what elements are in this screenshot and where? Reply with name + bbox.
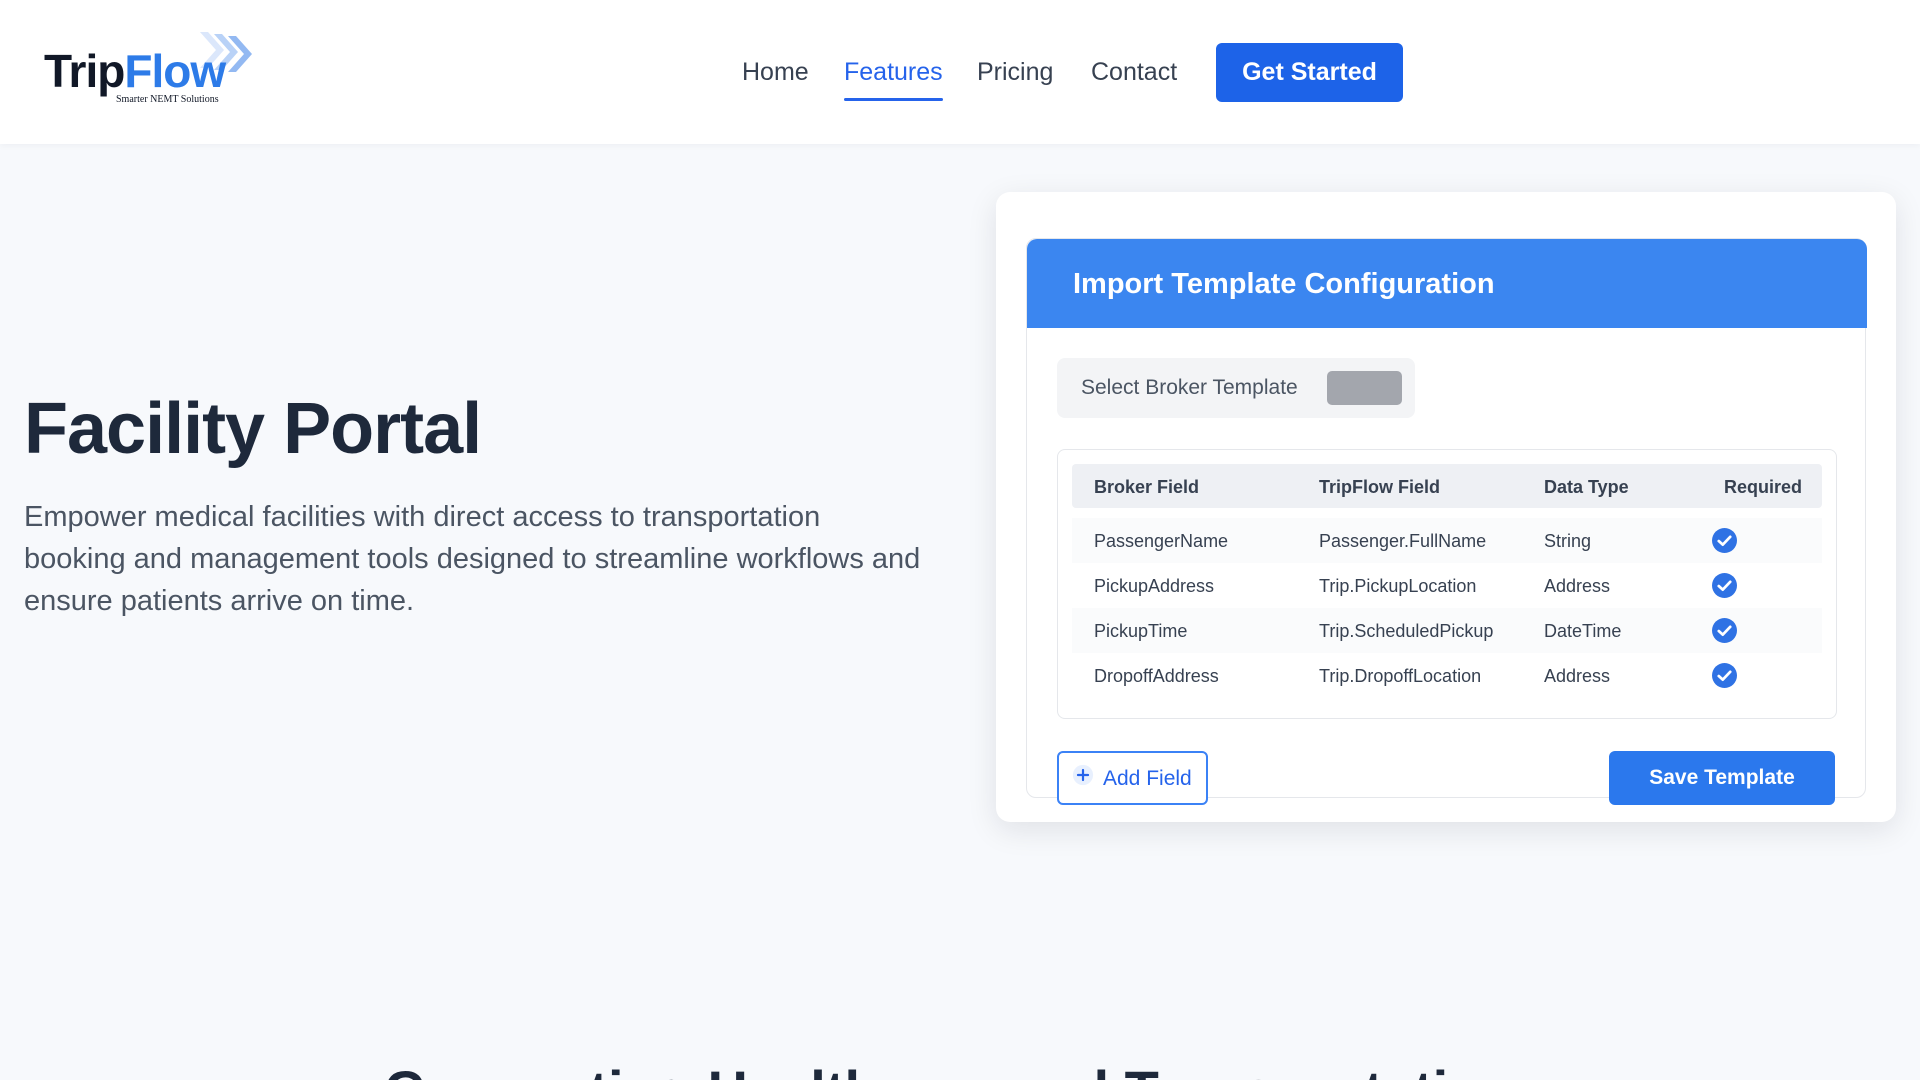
logo[interactable]: TripFlow Smarter NEMT Solutions bbox=[44, 30, 252, 110]
site-header: TripFlow Smarter NEMT Solutions Home Fea… bbox=[0, 0, 1920, 144]
logo-tagline: Smarter NEMT Solutions bbox=[116, 94, 219, 105]
check-circle-icon[interactable] bbox=[1712, 618, 1737, 643]
table-header: Broker Field TripFlow Field Data Type Re… bbox=[1072, 464, 1822, 508]
plus-icon bbox=[1072, 764, 1094, 786]
logo-wordmark: TripFlow bbox=[44, 45, 226, 97]
nav-home[interactable]: Home bbox=[742, 58, 809, 87]
column-header-required: Required bbox=[1724, 477, 1803, 497]
cell-broker-field: PickupAddress bbox=[1094, 576, 1215, 596]
add-field-button[interactable]: Add Field bbox=[1057, 751, 1208, 805]
cell-data-type: DateTime bbox=[1544, 621, 1622, 641]
nav-pricing[interactable]: Pricing bbox=[977, 58, 1053, 87]
table-row[interactable]: DropoffAddress Trip.DropoffLocation Addr… bbox=[1072, 653, 1822, 698]
table-row[interactable]: PickupAddress Trip.PickupLocation Addres… bbox=[1072, 563, 1822, 608]
nav-active-underline bbox=[844, 98, 943, 101]
column-header-tripflow-field: TripFlow Field bbox=[1319, 477, 1440, 497]
template-card: Import Template Configuration Select Bro… bbox=[996, 192, 1896, 822]
column-header-data-type: Data Type bbox=[1544, 477, 1629, 497]
check-circle-icon[interactable] bbox=[1712, 528, 1737, 553]
cell-tripflow-field: Trip.PickupLocation bbox=[1319, 576, 1477, 596]
cell-data-type: String bbox=[1544, 531, 1592, 551]
template-card-panel: Import Template Configuration Select Bro… bbox=[1026, 238, 1867, 805]
table-row[interactable]: PickupTime Trip.ScheduledPickup DateTime bbox=[1072, 608, 1822, 653]
cell-data-type: Address bbox=[1544, 666, 1611, 686]
broker-template-select: Select Broker Template bbox=[1057, 358, 1415, 418]
column-header-broker-field: Broker Field bbox=[1094, 477, 1200, 497]
save-template-button[interactable]: Save Template bbox=[1609, 751, 1835, 805]
add-field-label: Add Field bbox=[1103, 767, 1192, 790]
nav-features-label: Features bbox=[844, 58, 943, 86]
broker-template-dropdown[interactable] bbox=[1327, 371, 1402, 405]
nav-contact[interactable]: Contact bbox=[1091, 58, 1177, 87]
card-title: Import Template Configuration bbox=[1073, 268, 1495, 300]
check-circle-icon[interactable] bbox=[1712, 663, 1737, 688]
get-started-button[interactable]: Get Started bbox=[1216, 43, 1403, 102]
cell-tripflow-field: Trip.ScheduledPickup bbox=[1319, 621, 1494, 641]
hero-description: Empower medical facilities with direct a… bbox=[24, 501, 921, 617]
page-title: Facility Portal bbox=[24, 389, 482, 469]
cell-tripflow-field: Trip.DropoffLocation bbox=[1319, 666, 1482, 686]
section-title: Connecting Healthcare and Transportation bbox=[384, 1058, 1517, 1080]
cell-broker-field: PickupTime bbox=[1094, 621, 1188, 641]
cell-tripflow-field: Passenger.FullName bbox=[1319, 531, 1487, 551]
check-circle-icon[interactable] bbox=[1712, 573, 1737, 598]
nav-features[interactable]: Features bbox=[844, 58, 943, 101]
cell-data-type: Address bbox=[1544, 576, 1611, 596]
table-row[interactable]: PassengerName Passenger.FullName String bbox=[1072, 518, 1822, 563]
logo-word-trip: Trip bbox=[44, 45, 125, 97]
card-header: Import Template Configuration bbox=[1027, 239, 1867, 328]
field-mapping-table: Broker Field TripFlow Field Data Type Re… bbox=[1057, 449, 1837, 719]
cell-broker-field: PassengerName bbox=[1094, 531, 1229, 551]
logo-word-flow: Flow bbox=[124, 45, 226, 97]
select-label: Select Broker Template bbox=[1081, 376, 1298, 399]
cell-broker-field: DropoffAddress bbox=[1094, 666, 1219, 686]
